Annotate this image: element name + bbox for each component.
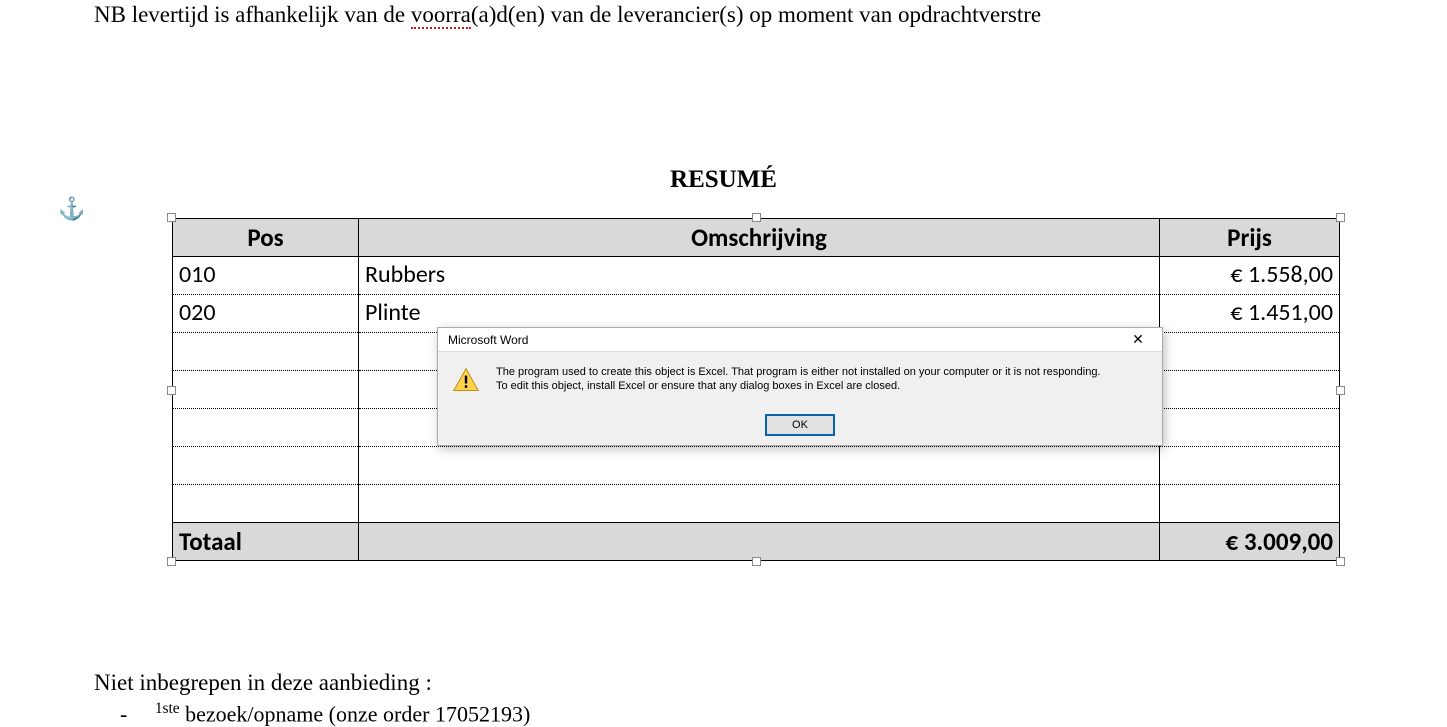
dialog-message-line: The program used to create this object i…	[496, 366, 1101, 380]
bullet-sup: 1ste	[155, 700, 180, 717]
resize-handle-top-mid-icon[interactable]	[752, 213, 761, 222]
paragraph-niet-inbegrepen: Niet inbegrepen in deze aanbieding :	[94, 670, 432, 696]
table-header-desc: Omschrijving	[359, 219, 1160, 257]
spellcheck-squiggle-word: voorra	[411, 2, 471, 29]
table-row-total: Totaal € 3.009,00	[173, 523, 1340, 561]
paragraph-text-suffix: (a)d(en) van de leverancier(s) op moment…	[471, 2, 1041, 27]
resize-handle-bottom-right-icon[interactable]	[1336, 557, 1345, 566]
dialog-close-button[interactable]: ✕	[1118, 330, 1158, 350]
resize-handle-top-right-icon[interactable]	[1336, 213, 1345, 222]
table-header-pos: Pos	[173, 219, 359, 257]
cell-total-empty	[359, 523, 1160, 561]
resize-handle-left-mid-icon[interactable]	[167, 386, 176, 395]
dialog-button-row: OK	[438, 406, 1162, 445]
dialog-body: The program used to create this object i…	[438, 352, 1162, 406]
dialog-message: The program used to create this object i…	[496, 366, 1101, 400]
cell-total-value: € 3.009,00	[1160, 523, 1340, 561]
resume-title: RESUMÉ	[0, 166, 1447, 194]
table-row: 010 Rubbers € 1.558,00	[173, 257, 1340, 295]
resize-handle-right-mid-icon[interactable]	[1336, 386, 1345, 395]
cell-total-label: Totaal	[173, 523, 359, 561]
cell-pos: 010	[173, 257, 359, 295]
paragraph-nb-levertijd: NB levertijd is afhankelijk van de voorr…	[94, 2, 1447, 28]
table-row-empty	[173, 485, 1340, 523]
ok-button[interactable]: OK	[766, 415, 834, 435]
resize-handle-top-left-icon[interactable]	[167, 213, 176, 222]
cell-price: € 1.451,00	[1160, 295, 1340, 333]
table-header-row: Pos Omschrijving Prijs	[173, 219, 1340, 257]
dialog-titlebar[interactable]: Microsoft Word ✕	[438, 328, 1162, 352]
paragraph-text-prefix: NB levertijd is afhankelijk van de	[94, 2, 411, 27]
cell-pos: 020	[173, 295, 359, 333]
dialog-message-line: To edit this object, install Excel or en…	[496, 380, 1101, 394]
resize-handle-bottom-mid-icon[interactable]	[752, 557, 761, 566]
resize-handle-bottom-left-icon[interactable]	[167, 557, 176, 566]
close-icon: ✕	[1132, 331, 1144, 347]
dialog-title: Microsoft Word	[448, 333, 528, 347]
cell-desc: Rubbers	[359, 257, 1160, 295]
table-row-empty	[173, 447, 1340, 485]
object-anchor-icon: ⚓	[58, 196, 85, 222]
warning-icon	[452, 366, 482, 400]
error-dialog: Microsoft Word ✕ The program used to cre…	[437, 327, 1163, 446]
cell-price: € 1.558,00	[1160, 257, 1340, 295]
table-header-price: Prijs	[1160, 219, 1340, 257]
